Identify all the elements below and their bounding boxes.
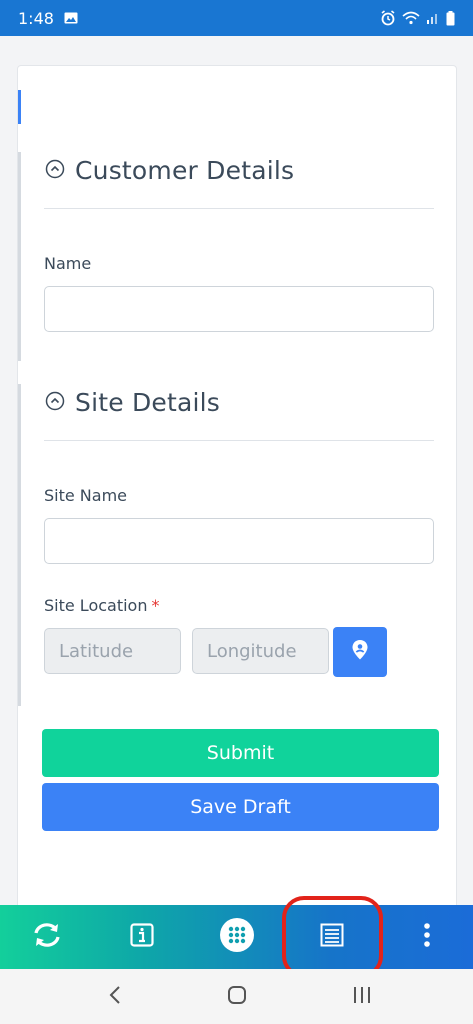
section-rule: [18, 152, 21, 361]
battery-icon: [446, 10, 455, 26]
section-title: Site Details: [75, 388, 221, 417]
highlight-annotation: [282, 896, 383, 978]
site-name-label: Site Name: [44, 486, 128, 505]
site-name-input[interactable]: [44, 518, 434, 564]
site-details-header[interactable]: Site Details: [45, 388, 220, 417]
status-time: 1:48: [18, 8, 54, 28]
customer-details-header[interactable]: Customer Details: [45, 156, 294, 185]
more-button[interactable]: [397, 905, 457, 969]
site-location-label: Site Location *: [44, 596, 159, 615]
name-input[interactable]: [44, 286, 434, 332]
recents-button[interactable]: [340, 979, 384, 1015]
section-rule: [18, 384, 21, 706]
image-icon: [64, 12, 78, 24]
signal-icon: [426, 12, 440, 24]
info-button[interactable]: [112, 905, 172, 969]
save-draft-button[interactable]: Save Draft: [42, 783, 439, 831]
home-icon: [227, 985, 247, 1009]
get-location-button[interactable]: [333, 627, 387, 677]
top-accent-bar: [18, 90, 21, 124]
system-nav-bar: [0, 969, 473, 1024]
more-vertical-icon: [423, 922, 431, 952]
divider: [44, 208, 434, 209]
recents-icon: [352, 986, 372, 1008]
name-label: Name: [44, 254, 92, 273]
divider: [44, 440, 434, 441]
bottom-toolbar: [0, 905, 473, 969]
longitude-input[interactable]: [192, 628, 329, 674]
sync-icon: [32, 922, 62, 952]
form-card: Customer Details Name Site Details Site …: [17, 65, 457, 925]
location-pin-icon: [351, 639, 369, 665]
collapse-chevron-icon[interactable]: [45, 159, 65, 183]
info-icon: [130, 923, 154, 951]
required-marker: *: [151, 596, 160, 615]
section-title: Customer Details: [75, 156, 295, 185]
apps-button[interactable]: [207, 905, 267, 969]
site-location-label-text: Site Location: [44, 596, 148, 615]
status-bar: 1:48: [0, 0, 473, 36]
back-chevron-icon: [109, 986, 121, 1008]
home-button[interactable]: [215, 979, 259, 1015]
apps-grid-icon: [219, 917, 255, 957]
submit-button[interactable]: Submit: [42, 729, 439, 777]
sync-button[interactable]: [17, 905, 77, 969]
collapse-chevron-icon[interactable]: [45, 391, 65, 415]
wifi-icon: [402, 11, 420, 25]
alarm-icon: [380, 10, 396, 26]
back-button[interactable]: [93, 979, 137, 1015]
latitude-input[interactable]: [44, 628, 181, 674]
